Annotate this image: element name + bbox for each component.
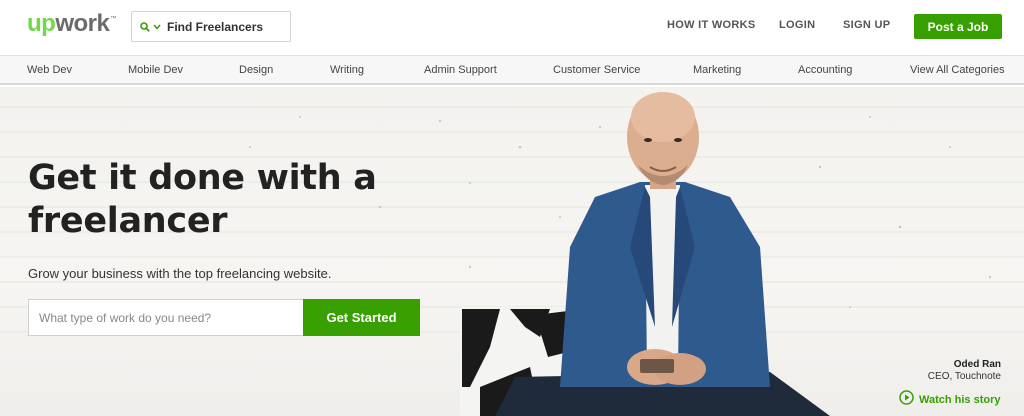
category-admin-support[interactable]: Admin Support <box>424 64 497 76</box>
hero-portrait-image <box>460 92 830 416</box>
work-type-input[interactable] <box>28 299 303 336</box>
site-header: up work ™ Find Freelancers HOW IT WORKS … <box>0 0 1024 55</box>
logo-text-up: up <box>27 10 56 37</box>
testimonial-role: CEO, Touchnote <box>927 371 1001 382</box>
watch-story-label: Watch his story <box>919 394 1001 406</box>
category-writing[interactable]: Writing <box>330 64 364 76</box>
search-label: Find Freelancers <box>167 19 264 34</box>
hero-banner: Get it done with a freelancer Grow your … <box>0 87 1024 416</box>
nav-login[interactable]: LOGIN <box>779 19 815 31</box>
post-a-job-button[interactable]: Post a Job <box>914 14 1002 39</box>
nav-how-it-works[interactable]: HOW IT WORKS <box>667 19 756 31</box>
logo-text-work: work <box>55 10 110 37</box>
logo-trademark: ™ <box>110 16 117 22</box>
category-web-dev[interactable]: Web Dev <box>27 64 72 76</box>
category-accounting[interactable]: Accounting <box>798 64 852 76</box>
watch-story-link[interactable]: Watch his story <box>899 390 1001 410</box>
hero-subheadline: Grow your business with the top freelanc… <box>28 266 332 281</box>
get-started-button[interactable]: Get Started <box>303 299 420 336</box>
nav-signup[interactable]: SIGN UP <box>843 19 890 31</box>
hero-headline-line1: Get it done with a <box>28 158 377 198</box>
play-circle-icon <box>899 390 914 410</box>
find-freelancers-search[interactable]: Find Freelancers <box>131 11 291 42</box>
category-marketing[interactable]: Marketing <box>693 64 741 76</box>
category-design[interactable]: Design <box>239 64 273 76</box>
category-view-all[interactable]: View All Categories <box>910 64 1005 76</box>
testimonial-name: Oded Ran <box>953 359 1001 370</box>
category-nav: Web Dev Mobile Dev Design Writing Admin … <box>0 55 1024 85</box>
category-customer-service[interactable]: Customer Service <box>553 64 640 76</box>
hero-headline-line2: freelancer <box>28 201 228 241</box>
search-icon <box>140 21 150 32</box>
chevron-down-icon[interactable] <box>153 24 161 30</box>
category-mobile-dev[interactable]: Mobile Dev <box>128 64 183 76</box>
upwork-logo[interactable]: up work ™ <box>27 12 116 36</box>
hero-headline: Get it done with a freelancer <box>28 157 428 243</box>
